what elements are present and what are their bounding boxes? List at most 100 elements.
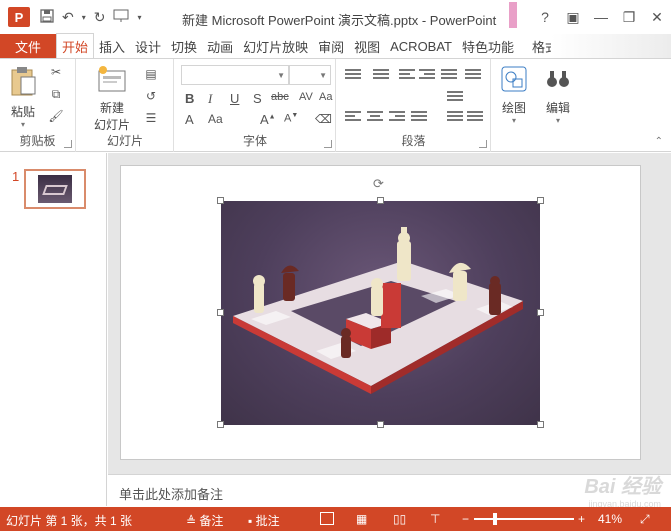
slideshow-view-icon[interactable]: ⊤ (430, 512, 440, 526)
italic-icon[interactable]: I (208, 91, 212, 107)
save-icon[interactable] (40, 8, 54, 26)
tab-acrobat[interactable]: ACROBAT (385, 34, 457, 58)
zoom-slider[interactable] (474, 513, 574, 525)
columns-icon[interactable] (465, 69, 481, 81)
align-center-icon[interactable] (367, 111, 383, 123)
comments-button[interactable]: ▪ 批注 (248, 512, 280, 529)
close-button[interactable]: ✕ (643, 9, 671, 26)
tab-design[interactable]: 设计 (130, 34, 166, 58)
new-slide-button[interactable]: 新建 幻灯片 (87, 65, 137, 133)
drawing-button[interactable]: 绘图 ▾ (496, 65, 532, 125)
char-spacing-icon[interactable]: AV (299, 91, 313, 103)
section-icon[interactable]: ☰ (143, 111, 159, 125)
slide-canvas[interactable]: ⟳ (120, 165, 641, 460)
resize-handle-sw[interactable] (217, 421, 224, 428)
slide-thumbnail[interactable] (24, 169, 86, 209)
paste-button[interactable]: 粘贴 ▾ (6, 65, 40, 129)
thumbnail-picture (38, 175, 72, 203)
minimize-button[interactable]: — (587, 9, 615, 25)
font-color-icon[interactable]: A (185, 112, 194, 127)
resize-handle-nw[interactable] (217, 197, 224, 204)
font-launcher[interactable] (324, 140, 332, 148)
align-right-icon[interactable] (389, 111, 405, 123)
strikethrough-icon[interactable]: abc (271, 91, 289, 103)
window-controls: ? ▣ — ❐ ✕ (531, 0, 671, 34)
slides-label: 幻灯片 (106, 134, 143, 148)
align-left-icon[interactable] (345, 111, 361, 123)
cut-icon[interactable]: ✂ (48, 65, 64, 79)
tab-home[interactable]: 开始 (56, 33, 95, 58)
tab-review[interactable]: 审阅 (313, 34, 349, 58)
baidu-watermark-logo: Bai 经验 jingyan.baidu.com (584, 476, 661, 509)
customize-qat-icon[interactable]: ▾ (137, 13, 141, 22)
underline-icon[interactable]: U (230, 91, 239, 106)
shadow-icon[interactable]: S (253, 91, 262, 106)
tab-slideshow[interactable]: 幻灯片放映 (238, 34, 313, 58)
paragraph-label: 段落 (401, 134, 426, 148)
tab-transitions[interactable]: 切换 (166, 34, 202, 58)
resize-handle-n[interactable] (377, 197, 384, 204)
zoom-level[interactable]: 41% (598, 512, 622, 526)
zoom-out-button[interactable]: − (462, 512, 469, 526)
tab-animations[interactable]: 动画 (202, 34, 238, 58)
reset-icon[interactable]: ↺ (143, 89, 159, 103)
paragraph-launcher[interactable] (479, 140, 487, 148)
slide-sorter-icon[interactable]: ▦ (356, 512, 367, 526)
undo-icon[interactable]: ↶ (62, 9, 74, 26)
justify-icon[interactable] (411, 111, 427, 123)
font-label: 字体 (242, 134, 267, 148)
line-spacing-icon[interactable] (441, 69, 457, 81)
clear-format-icon[interactable]: ⌫ (315, 112, 332, 126)
resize-handle-e[interactable] (537, 309, 544, 316)
ribbon-display-icon[interactable]: ▣ (559, 9, 587, 26)
tab-file[interactable]: 文件 (0, 34, 56, 58)
notes-button[interactable]: ≜ 备注 (186, 512, 223, 529)
decrease-font-icon[interactable]: A▼ (284, 112, 298, 125)
tab-view[interactable]: 视图 (349, 34, 385, 58)
title-bar: P ↶ ▾ ↻ ▾ 新建 Microsoft PowerPoint 演示文稿.p… (0, 0, 671, 34)
copy-icon[interactable]: ⧉ (48, 87, 64, 101)
layout-icon[interactable]: ▤ (143, 67, 159, 81)
editing-dropdown-icon: ▾ (555, 116, 560, 125)
smartart-icon[interactable] (467, 111, 483, 123)
text-effects-icon[interactable]: Aa (208, 112, 223, 126)
align-text-icon[interactable] (447, 111, 463, 123)
increase-indent-icon[interactable] (419, 69, 435, 81)
bold-icon[interactable]: B (185, 91, 194, 106)
rotate-handle-icon[interactable]: ⟳ (373, 176, 384, 192)
editing-group: 编辑 ▾ (538, 59, 578, 152)
resize-handle-ne[interactable] (537, 197, 544, 204)
redo-icon[interactable]: ↻ (94, 9, 106, 26)
resize-handle-w[interactable] (217, 309, 224, 316)
resize-handle-s[interactable] (377, 421, 384, 428)
help-button[interactable]: ? (531, 9, 559, 25)
resize-handle-se[interactable] (537, 421, 544, 428)
paste-dropdown-icon: ▾ (20, 120, 25, 129)
bullets-icon[interactable] (345, 69, 361, 81)
numbering-icon[interactable] (373, 69, 389, 81)
format-painter-icon[interactable]: 🖌 (48, 109, 64, 123)
change-case-icon[interactable]: Aa (319, 91, 332, 103)
zoom-in-button[interactable]: + (578, 512, 585, 526)
decrease-indent-icon[interactable] (399, 69, 415, 81)
normal-view-icon[interactable] (320, 512, 334, 525)
editing-button[interactable]: 编辑 ▾ (540, 65, 576, 125)
font-name-combo[interactable]: ▼ (181, 65, 289, 85)
reading-view-icon[interactable]: ▯▯ (393, 512, 406, 526)
tab-insert[interactable]: 插入 (94, 34, 130, 58)
restore-button[interactable]: ❐ (615, 9, 643, 26)
collapse-ribbon-icon[interactable]: ⌃ (655, 136, 663, 147)
zoom-slider-thumb[interactable] (492, 513, 497, 525)
clipboard-launcher[interactable] (64, 140, 72, 148)
shapes-icon (496, 65, 532, 96)
fit-slide-icon[interactable]: ⤢ (640, 512, 650, 527)
increase-font-icon[interactable]: A▲ (260, 112, 276, 127)
binoculars-icon (540, 65, 576, 96)
undo-dropdown-icon[interactable]: ▾ (82, 13, 86, 22)
present-icon[interactable] (113, 9, 129, 26)
slide-info: 幻灯片 第 1 张，共 1 张 (6, 514, 133, 528)
tab-features[interactable]: 特色功能 (457, 34, 519, 58)
text-direction-icon[interactable] (447, 91, 463, 103)
font-size-combo[interactable]: ▼ (289, 65, 331, 85)
chess-picture[interactable] (221, 201, 540, 425)
